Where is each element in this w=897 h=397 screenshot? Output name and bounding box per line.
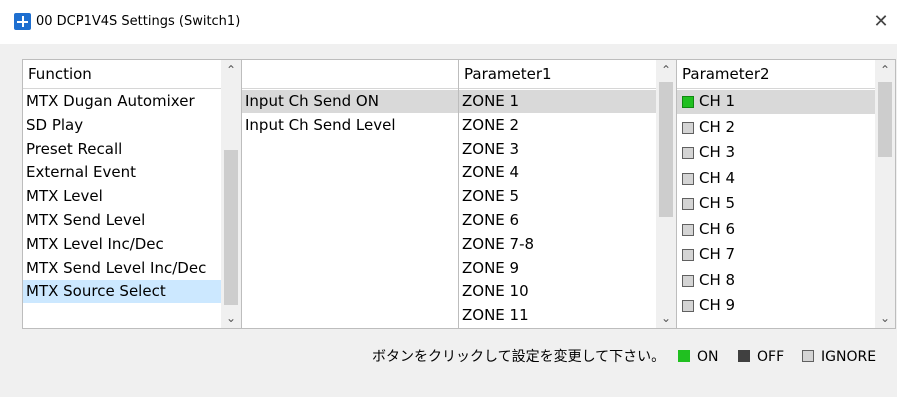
channel-row[interactable]: CH 7 <box>677 243 875 267</box>
channel-label: CH 5 <box>699 194 736 212</box>
scroll-down-icon[interactable]: ⌄ <box>656 310 676 326</box>
channel-row[interactable]: CH 8 <box>677 269 875 293</box>
list-item[interactable]: Input Ch Send Level <box>242 114 458 137</box>
scroll-thumb[interactable] <box>878 82 892 157</box>
parameter2-scrollbar[interactable]: ⌃ ⌄ <box>875 60 895 328</box>
legend-on-swatch <box>678 350 690 362</box>
function-column-header: Function <box>23 60 221 89</box>
list-item[interactable]: ZONE 1 <box>459 90 656 113</box>
channel-label: CH 3 <box>699 143 736 161</box>
parameter1-scrollbar[interactable]: ⌃ ⌄ <box>656 60 676 328</box>
state-checkbox[interactable] <box>682 96 694 108</box>
list-item[interactable]: MTX Source Select <box>23 280 221 304</box>
channel-row[interactable]: CH 1 <box>677 90 875 114</box>
channel-row[interactable]: CH 6 <box>677 218 875 242</box>
scroll-up-icon[interactable]: ⌃ <box>221 62 241 78</box>
channel-label: CH 7 <box>699 245 736 263</box>
list-item[interactable]: SD Play <box>23 114 221 137</box>
state-checkbox[interactable] <box>682 223 694 236</box>
list-item[interactable]: ZONE 4 <box>459 161 656 184</box>
list-item[interactable]: ZONE 10 <box>459 280 656 303</box>
channel-label: CH 8 <box>699 270 736 289</box>
function-scrollbar[interactable]: ⌃ ⌄ <box>221 60 241 328</box>
channel-label: CH 2 <box>699 117 736 136</box>
channel-row[interactable]: CH 5 <box>677 192 875 216</box>
legend-on-label: ON <box>697 349 719 365</box>
channel-label: CH 1 <box>699 92 736 110</box>
list-item[interactable]: MTX Send Level <box>23 209 221 232</box>
list-item[interactable]: Preset Recall <box>23 138 221 161</box>
title-bar: 00 DCP1V4S Settings (Switch1) ✕ <box>0 0 897 44</box>
subfunction-panel: Input Ch Send ON Input Ch Send Level <box>241 59 459 329</box>
list-item[interactable]: ZONE 6 <box>459 209 656 232</box>
parameter1-panel: Parameter1 ZONE 1 ZONE 2 ZONE 3 ZONE 4 ZONE … <box>458 59 677 329</box>
function-panel: Function MTX Dugan Automixer SD Play Prese… <box>22 59 242 329</box>
scroll-up-icon[interactable]: ⌃ <box>875 62 895 78</box>
legend-off-label: OFF <box>757 349 785 365</box>
state-checkbox[interactable] <box>682 300 694 312</box>
list-item[interactable]: MTX Level Inc/Dec <box>23 233 221 256</box>
scroll-down-icon[interactable]: ⌄ <box>221 310 241 326</box>
list-item[interactable]: ZONE 7-8 <box>459 233 656 256</box>
list-item[interactable]: Input Ch Send ON <box>242 90 458 113</box>
window-title: 00 DCP1V4S Settings (Switch1) <box>36 14 241 29</box>
parameter1-column-header: Parameter1 <box>459 60 656 89</box>
scroll-down-icon[interactable]: ⌄ <box>875 310 895 326</box>
scroll-thumb[interactable] <box>659 82 673 217</box>
list-item[interactable]: External Event <box>23 161 221 184</box>
instruction-text: ボタンをクリックして設定を変更して下さい。 <box>372 349 666 365</box>
list-item[interactable]: ZONE 2 <box>459 114 656 137</box>
list-item[interactable]: ZONE 3 <box>459 138 656 161</box>
subfunction-column-header <box>242 60 458 89</box>
list-item[interactable]: ZONE 9 <box>459 257 656 280</box>
list-item[interactable]: MTX Send Level Inc/Dec <box>23 257 221 280</box>
list-item[interactable]: MTX Level <box>23 185 221 208</box>
channel-label: CH 4 <box>699 168 736 187</box>
state-checkbox[interactable] <box>682 198 694 210</box>
state-checkbox[interactable] <box>682 249 694 261</box>
scroll-up-icon[interactable]: ⌃ <box>656 62 676 78</box>
scroll-thumb[interactable] <box>224 150 238 305</box>
channel-label: CH 6 <box>699 219 736 238</box>
state-checkbox[interactable] <box>682 147 694 159</box>
legend-off-swatch <box>738 350 750 362</box>
channel-row[interactable]: CH 3 <box>677 141 875 165</box>
app-icon <box>14 13 31 30</box>
state-checkbox[interactable] <box>682 121 694 134</box>
list-item[interactable]: ZONE 11 <box>459 304 656 327</box>
parameter2-panel: Parameter2 CH 1 CH 2 CH 3 CH 4 CH 5 CH 6 CH 7 C… <box>676 59 896 329</box>
channel-row[interactable]: CH 2 <box>677 116 875 140</box>
close-icon[interactable]: ✕ <box>868 10 894 34</box>
list-item[interactable]: MTX Dugan Automixer <box>23 90 221 113</box>
channel-row[interactable]: CH 4 <box>677 167 875 191</box>
list-item[interactable]: ZONE 5 <box>459 185 656 208</box>
state-checkbox[interactable] <box>682 274 694 287</box>
channel-row[interactable]: CH 9 <box>677 294 875 318</box>
parameter2-column-header: Parameter2 <box>677 60 875 89</box>
legend-ignore-swatch <box>802 350 814 362</box>
state-checkbox[interactable] <box>682 172 694 185</box>
channel-label: CH 9 <box>699 296 736 314</box>
legend-ignore-label: IGNORE <box>821 349 877 365</box>
